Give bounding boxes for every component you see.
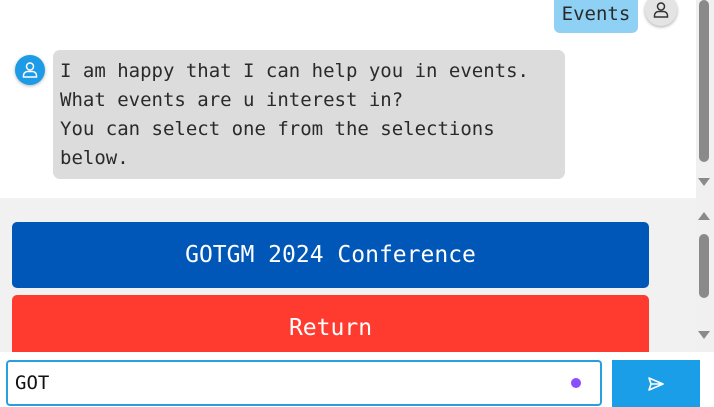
bot-message-line: below. xyxy=(60,147,129,169)
chat-history: Events I am happy that I can help you in… xyxy=(0,0,696,198)
bot-message-bubble: I am happy that I can help you in events… xyxy=(53,50,565,179)
message-input[interactable] xyxy=(6,360,602,406)
options-scrollbar[interactable] xyxy=(696,198,714,352)
scroll-up-arrow-icon[interactable] xyxy=(698,212,710,220)
send-arrow-icon xyxy=(648,376,664,391)
scrollbar-thumb[interactable] xyxy=(699,234,709,298)
gotgm-2024-conference-button[interactable]: GOTGM 2024 Conference xyxy=(12,222,649,288)
bot-message-line: What events are u interest in? xyxy=(60,89,404,111)
message-composer xyxy=(0,352,714,407)
chat-scrollbar[interactable] xyxy=(696,0,714,198)
person-icon xyxy=(22,62,38,78)
assistant-dot-icon xyxy=(571,378,581,388)
scroll-down-arrow-icon[interactable] xyxy=(698,331,710,339)
scrollbar-thumb[interactable] xyxy=(699,0,709,162)
return-button[interactable]: Return xyxy=(12,295,649,352)
bot-message-line: I am happy that I can help you in events… xyxy=(60,60,529,82)
options-panel: GOTGM 2024 Conference Return xyxy=(0,198,696,352)
user-message-bubble: Events xyxy=(554,0,638,33)
bot-message-line: You can select one from the selections xyxy=(60,118,495,140)
scroll-down-arrow-icon[interactable] xyxy=(698,178,710,186)
bot-avatar xyxy=(15,55,45,85)
send-button[interactable] xyxy=(612,360,700,407)
user-avatar xyxy=(645,0,677,26)
person-icon xyxy=(653,2,669,18)
